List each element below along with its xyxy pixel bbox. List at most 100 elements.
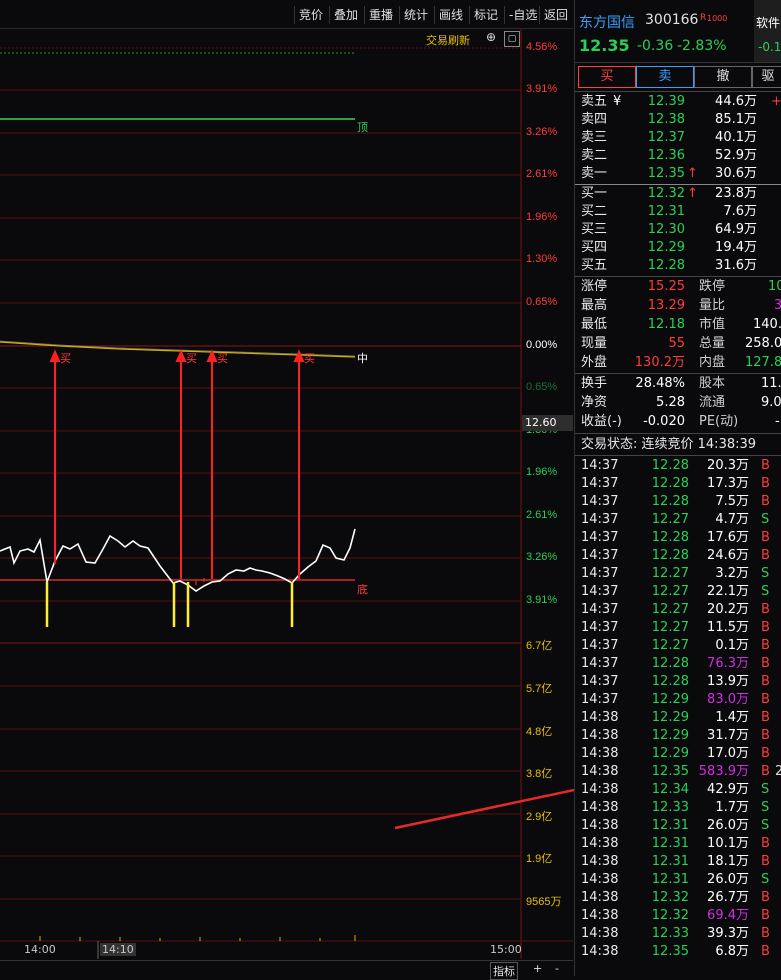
stat-label: 市值 bbox=[699, 317, 726, 332]
tick-row: 14:37 12.28 7.5万 B bbox=[575, 493, 781, 511]
tick-volume: 0.1万 bbox=[715, 638, 749, 653]
tick-row: 14:38 12.29 1.4万 B bbox=[575, 709, 781, 727]
tick-row: 14:37 12.27 3.2万 S bbox=[575, 565, 781, 583]
trade-status: 交易状态: 连续竞价 14:38:39 bbox=[575, 436, 781, 454]
tick-price: 12.33 bbox=[651, 926, 689, 941]
back-button[interactable]: 返回 bbox=[539, 6, 572, 24]
stat-value: - bbox=[775, 414, 780, 429]
stat-label: 最低 bbox=[581, 317, 608, 332]
tick-volume: 83.0万 bbox=[707, 692, 749, 707]
tick-price: 12.32 bbox=[651, 890, 689, 905]
tick-time: 14:37 bbox=[581, 458, 619, 473]
tick-volume: 10.1万 bbox=[707, 836, 749, 851]
ask-price: 12.35 bbox=[647, 166, 685, 181]
volume-label: 6.7亿 bbox=[526, 640, 553, 652]
ask-flag: + bbox=[771, 94, 781, 109]
stats-button[interactable]: 统计 bbox=[399, 6, 432, 24]
tick-side: S bbox=[761, 800, 770, 815]
stat-label: 流通 bbox=[699, 395, 726, 410]
tick-row: 14:38 12.34 42.9万 S bbox=[575, 781, 781, 799]
tick-volume: 11.5万 bbox=[707, 620, 749, 635]
bid-volume: 31.6万 bbox=[715, 258, 757, 273]
mark-button[interactable]: 标记 bbox=[469, 6, 502, 24]
replay-button[interactable]: 重播 bbox=[364, 6, 397, 24]
stock-name[interactable]: 东方国信 bbox=[579, 12, 635, 32]
tick-volume: 31.7万 bbox=[707, 728, 749, 743]
stat-value: 140. bbox=[753, 317, 781, 332]
volume-label: 3.8亿 bbox=[526, 768, 553, 780]
tick-time: 14:37 bbox=[581, 584, 619, 599]
stat-label: 总量 bbox=[699, 336, 726, 351]
side-change: -0.1 bbox=[758, 40, 781, 54]
tick-row: 14:38 12.29 17.0万 B bbox=[575, 745, 781, 763]
top-label: 顶 bbox=[357, 121, 368, 134]
ask-volume: 30.6万 bbox=[715, 166, 757, 181]
tick-price: 12.31 bbox=[651, 854, 689, 869]
tick-side: B bbox=[761, 602, 770, 617]
tick-volume: 39.3万 bbox=[707, 926, 749, 941]
tick-price: 12.28 bbox=[651, 530, 689, 545]
sell-button[interactable]: 卖 bbox=[636, 66, 694, 88]
bottom-label: 底 bbox=[357, 583, 368, 596]
stat-row: 外盘 130.2万 内盘 127.8 bbox=[575, 354, 781, 372]
settings-circle-icon[interactable]: ⊕ bbox=[486, 30, 496, 44]
intraday-chart[interactable]: 交易刷新 ⊕ ▢ 4.56% 3.91% 3.26% 2.61% 1.96% 1… bbox=[0, 29, 573, 959]
expand-icon[interactable]: ▢ bbox=[504, 31, 520, 47]
tick-side: B bbox=[761, 548, 770, 563]
tick-side: B bbox=[761, 746, 770, 761]
tick-row: 14:37 12.28 76.3万 B bbox=[575, 655, 781, 673]
bid-row: 买五 12.28 31.6万 bbox=[575, 257, 781, 275]
trade-status-text: 交易状态: 连续竞价 14:38:39 bbox=[581, 437, 757, 452]
tick-price: 12.35 bbox=[651, 764, 689, 779]
y-label: 0.00% bbox=[526, 339, 558, 351]
zoom-out-button[interactable]: - bbox=[555, 962, 559, 975]
zoom-in-button[interactable]: + bbox=[533, 962, 542, 975]
bid-row: 买二 12.31 7.6万 bbox=[575, 203, 781, 221]
tick-side: B bbox=[761, 674, 770, 689]
tick-time: 14:38 bbox=[581, 728, 619, 743]
tick-row: 14:37 12.27 20.2万 B bbox=[575, 601, 781, 619]
tick-row: 14:37 12.27 4.7万 S bbox=[575, 511, 781, 529]
tick-row: 14:38 12.32 26.7万 B bbox=[575, 889, 781, 907]
tick-price: 12.34 bbox=[651, 782, 689, 797]
tick-row: 14:37 12.27 0.1万 B bbox=[575, 637, 781, 655]
tick-side: B bbox=[761, 458, 770, 473]
y-label: 0.65% bbox=[526, 381, 558, 393]
ask-volume: 52.9万 bbox=[715, 148, 757, 163]
indicator-button[interactable]: 指标 bbox=[490, 962, 518, 980]
stat2-row: 净资 5.28 流通 9.0 bbox=[575, 394, 781, 412]
stat-value: 9.0 bbox=[761, 395, 781, 410]
stat-label: 涨停 bbox=[581, 279, 608, 294]
tick-time: 14:37 bbox=[581, 548, 619, 563]
add-watchlist-button[interactable]: -自选 bbox=[504, 6, 541, 24]
ask-row: 卖一 12.35 ↑ 30.6万 bbox=[575, 165, 781, 183]
overlay-button[interactable]: 叠加 bbox=[329, 6, 362, 24]
ask-price: 12.39 bbox=[647, 94, 685, 109]
auction-button[interactable]: 竞价 bbox=[294, 6, 327, 24]
stat-label: 量比 bbox=[699, 298, 726, 313]
buy-button[interactable]: 买 bbox=[578, 66, 636, 88]
y-label: 2.61% bbox=[526, 168, 558, 180]
price-change: -0.36 bbox=[637, 38, 674, 54]
tick-volume: 22.1万 bbox=[707, 584, 749, 599]
y-label: 4.56% bbox=[526, 41, 558, 53]
tick-row: 14:38 12.31 26.0万 S bbox=[575, 871, 781, 889]
stat-value: 5.28 bbox=[656, 395, 685, 410]
y-label: 1.96% bbox=[526, 466, 558, 478]
stat-label: 最高 bbox=[581, 298, 608, 313]
stat-value: 10 bbox=[768, 279, 781, 294]
bid-price: 12.29 bbox=[647, 240, 685, 255]
draw-line-button[interactable]: 画线 bbox=[434, 6, 467, 24]
tick-volume: 76.3万 bbox=[707, 656, 749, 671]
tick-time: 14:37 bbox=[581, 494, 619, 509]
software-label[interactable]: 软件 bbox=[756, 14, 780, 31]
x-label: 14:10 bbox=[100, 943, 136, 956]
cancel-order-button[interactable]: 撤 bbox=[694, 66, 752, 88]
trade-refresh-label[interactable]: 交易刷新 bbox=[426, 32, 470, 48]
volume-label: 2.9亿 bbox=[526, 811, 553, 823]
tick-row: 14:38 12.29 31.7万 B bbox=[575, 727, 781, 745]
tick-volume: 7.5万 bbox=[715, 494, 749, 509]
tick-volume: 17.6万 bbox=[707, 530, 749, 545]
more-button[interactable]: 驱 bbox=[752, 66, 781, 88]
stat-row: 现量 55 总量 258.0 bbox=[575, 335, 781, 353]
